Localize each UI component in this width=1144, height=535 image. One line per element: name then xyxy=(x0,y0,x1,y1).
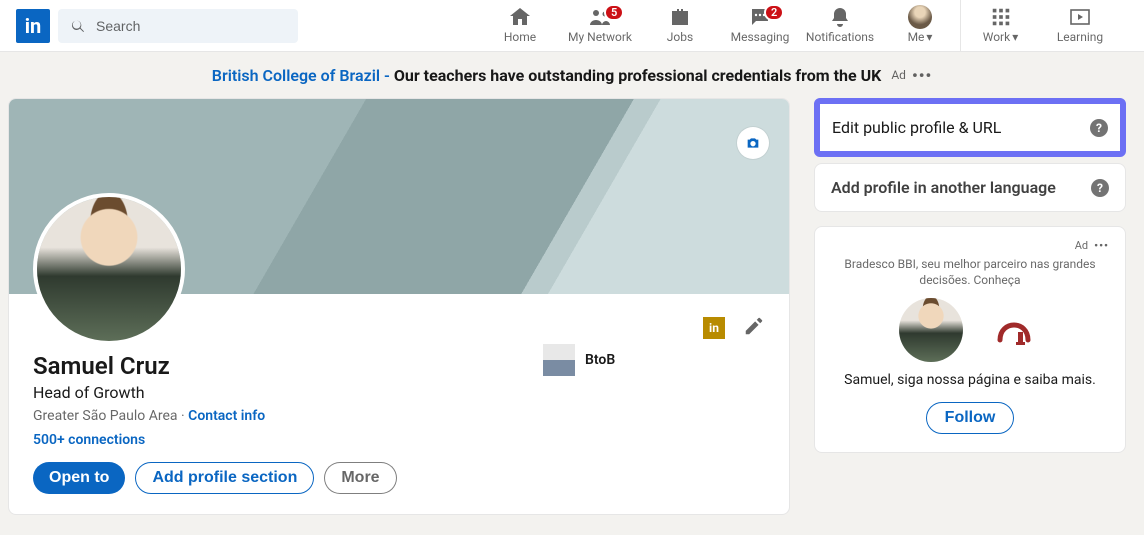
sidebar-ad-card: Ad ••• Bradesco BBI, seu melhor parceiro… xyxy=(814,226,1126,453)
search-input-wrap[interactable] xyxy=(58,9,298,43)
ad-text: Samuel, siga nossa página e saiba mais. xyxy=(831,372,1109,388)
caret-down-icon: ▾ xyxy=(1012,30,1018,46)
company-name: BtoB xyxy=(585,352,615,368)
follow-button[interactable]: Follow xyxy=(926,402,1015,434)
edit-profile-button[interactable] xyxy=(743,315,765,341)
edit-public-profile-label: Edit public profile & URL xyxy=(832,118,1001,137)
nav-me[interactable]: Me▾ xyxy=(880,0,960,51)
help-icon[interactable]: ? xyxy=(1091,179,1109,197)
search-input[interactable] xyxy=(96,18,298,34)
nav-items: Home 5 My Network Jobs 2 Messaging Notif… xyxy=(480,0,1120,51)
more-button[interactable]: More xyxy=(324,462,396,494)
add-profile-section-button[interactable]: Add profile section xyxy=(135,462,314,494)
add-language-card[interactable]: Add profile in another language ? xyxy=(814,163,1126,212)
pencil-icon xyxy=(743,315,765,337)
nav-label: Notifications xyxy=(806,30,874,46)
ad-menu-button[interactable]: ••• xyxy=(1094,239,1109,252)
nav-label: Work▾ xyxy=(983,30,1019,46)
nav-network[interactable]: 5 My Network xyxy=(560,0,640,51)
profile-location-row: Greater São Paulo Area · Contact info xyxy=(33,408,765,424)
ad-brand-link[interactable]: British College of Brazil - xyxy=(212,66,394,85)
nav-notifications[interactable]: Notifications xyxy=(800,0,880,51)
profile-card: in BtoB Samuel Cruz Head of Growth Great… xyxy=(8,98,790,515)
avatar-icon xyxy=(908,5,932,29)
current-company[interactable]: BtoB xyxy=(543,344,615,376)
avatar xyxy=(899,298,963,362)
home-icon xyxy=(508,5,532,29)
premium-badge-icon[interactable]: in xyxy=(703,317,725,339)
add-language-label: Add profile in another language xyxy=(831,178,1056,197)
connections-link[interactable]: 500+ connections xyxy=(33,432,765,448)
edit-cover-button[interactable] xyxy=(737,127,769,159)
jobs-icon xyxy=(668,5,692,29)
ad-label: Ad xyxy=(891,68,906,82)
profile-headline: Head of Growth xyxy=(33,383,765,402)
profile-location: Greater São Paulo Area xyxy=(33,408,178,424)
nav-learning[interactable]: Learning xyxy=(1040,0,1120,51)
network-badge: 5 xyxy=(604,4,624,21)
bell-icon xyxy=(828,5,852,29)
nav-label: Messaging xyxy=(731,30,790,46)
learning-icon xyxy=(1068,5,1092,29)
edit-public-profile-card[interactable]: Edit public profile & URL ? xyxy=(814,98,1126,157)
open-to-button[interactable]: Open to xyxy=(33,462,125,494)
nav-work[interactable]: Work▾ xyxy=(960,0,1040,51)
linkedin-logo[interactable]: in xyxy=(16,9,50,43)
messaging-badge: 2 xyxy=(764,4,784,21)
nav-label: My Network xyxy=(568,30,632,46)
help-icon[interactable]: ? xyxy=(1090,119,1108,137)
ad-text: Our teachers have outstanding profession… xyxy=(394,66,882,85)
ad-subtitle: Bradesco BBI, seu melhor parceiro nas gr… xyxy=(831,256,1109,288)
nav-home[interactable]: Home xyxy=(480,0,560,51)
caret-down-icon: ▾ xyxy=(926,30,932,46)
nav-label: Me▾ xyxy=(908,30,933,46)
profile-name: Samuel Cruz xyxy=(33,352,765,381)
grid-icon xyxy=(990,5,1012,29)
contact-info-link[interactable]: Contact info xyxy=(188,408,265,424)
ad-menu-button[interactable]: ••• xyxy=(912,66,932,85)
nav-label: Learning xyxy=(1057,30,1103,46)
top-ad-strip: British College of Brazil - Our teachers… xyxy=(0,52,1144,98)
search-icon xyxy=(70,18,86,34)
advertiser-logo xyxy=(987,303,1041,357)
nav-label: Home xyxy=(504,30,536,46)
nav-label: Jobs xyxy=(667,30,693,46)
nav-jobs[interactable]: Jobs xyxy=(640,0,720,51)
ad-label: Ad xyxy=(1075,239,1088,252)
nav-messaging[interactable]: 2 Messaging xyxy=(720,0,800,51)
company-logo xyxy=(543,344,575,376)
profile-photo[interactable] xyxy=(33,193,185,345)
camera-icon xyxy=(745,135,761,151)
top-nav: in Home 5 My Network Jobs 2 Messaging No… xyxy=(0,0,1144,52)
